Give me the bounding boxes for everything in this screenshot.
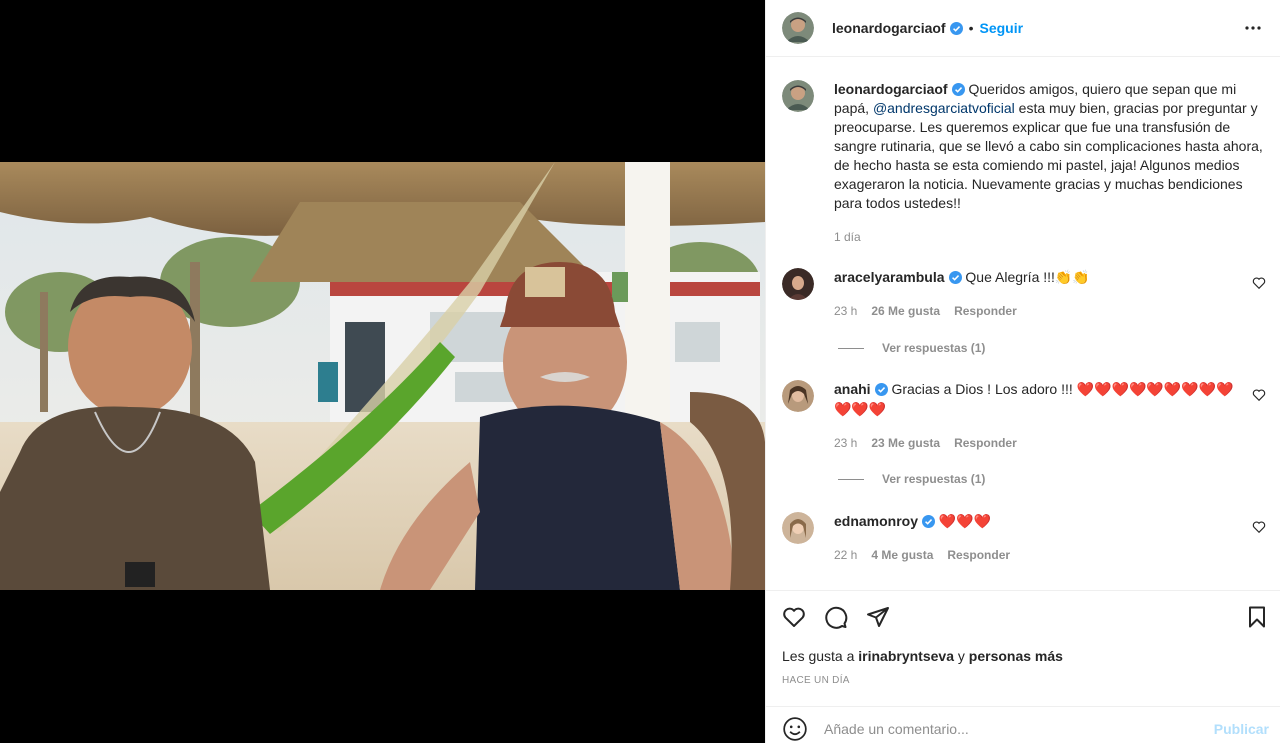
save-bookmark-icon[interactable]: [1245, 605, 1269, 629]
verified-badge-icon: [922, 515, 936, 528]
caption-mention-link[interactable]: @andresgarciatvoficial: [873, 100, 1015, 116]
comment-like-heart-icon[interactable]: [1252, 276, 1266, 290]
view-replies-label: Ver respuestas (1): [882, 341, 986, 355]
replies-divider-line: [838, 478, 864, 480]
comment-body: aracelyarambula Que Alegría !!!👏👏 23 h 2…: [834, 268, 1244, 321]
comment-item: ednamonroy ❤️❤️❤️ 22 h 4 Me gusta Respon…: [782, 512, 1272, 565]
heart-emojis: ❤️❤️❤️: [938, 514, 992, 530]
post-actions: Les gusta a irinabryntseva y personas má…: [766, 590, 1280, 743]
comment-meta: 23 h 23 Me gusta Responder: [834, 434, 1244, 453]
caption-username[interactable]: leonardogarciaof: [834, 81, 948, 97]
comment-time: 22 h: [834, 548, 858, 562]
comment-body: anahi Gracias a Dios ! Los adoro !!! ❤️❤…: [834, 380, 1244, 453]
comment-text: Que Alegría !!!: [961, 269, 1055, 285]
verified-badge-icon: [949, 21, 963, 35]
reply-button[interactable]: Responder: [947, 546, 1010, 565]
comment-likes[interactable]: 23 Me gusta: [871, 434, 940, 453]
caption-body: leonardogarciaof Queridos amigos, quiero…: [834, 80, 1272, 247]
more-options-icon[interactable]: [1241, 16, 1265, 40]
verified-badge-icon: [874, 383, 888, 396]
comment-username[interactable]: anahi: [834, 381, 871, 397]
post-caption: leonardogarciaof Queridos amigos, quiero…: [782, 80, 1272, 247]
comment-username[interactable]: ednamonroy: [834, 513, 918, 529]
clap-emoji: 👏👏: [1054, 270, 1090, 286]
comment-likes[interactable]: 4 Me gusta: [871, 546, 933, 565]
author-username[interactable]: leonardogarciaof: [832, 20, 946, 36]
likes-summary: Les gusta a irinabryntseva y personas má…: [782, 648, 1063, 664]
comment-time: 23 h: [834, 436, 858, 450]
comment-likes[interactable]: 26 Me gusta: [871, 302, 940, 321]
instagram-post-view: leonardogarciaof • Seguir leonardogarcia…: [0, 0, 1280, 743]
follow-button[interactable]: Seguir: [980, 20, 1024, 36]
share-send-icon[interactable]: [866, 605, 890, 629]
like-heart-icon[interactable]: [782, 605, 806, 629]
comment-input[interactable]: [824, 720, 1184, 737]
video-frame: [0, 162, 765, 590]
replies-divider-line: [838, 347, 864, 349]
comment-bubble-icon[interactable]: [824, 605, 848, 629]
post-time-ago: HACE UN DÍA: [782, 675, 850, 686]
verified-badge-icon: [951, 83, 965, 96]
commenter-avatar[interactable]: [782, 380, 814, 412]
view-replies-label: Ver respuestas (1): [882, 472, 986, 486]
comments-section: leonardogarciaof Queridos amigos, quiero…: [766, 58, 1280, 590]
likes-more-link[interactable]: personas más: [969, 648, 1063, 664]
action-icons: [782, 605, 890, 629]
post-video[interactable]: [0, 162, 765, 590]
likes-mid: y: [954, 648, 969, 664]
view-replies-button[interactable]: Ver respuestas (1): [838, 472, 985, 486]
caption-text-rest: esta muy bien, gracias por preguntar y p…: [834, 100, 1263, 211]
view-replies-button[interactable]: Ver respuestas (1): [838, 341, 985, 355]
comment-item: anahi Gracias a Dios ! Los adoro !!! ❤️❤…: [782, 380, 1272, 453]
comment-body: ednamonroy ❤️❤️❤️ 22 h 4 Me gusta Respon…: [834, 512, 1244, 565]
separator-dot: •: [968, 20, 974, 36]
comment-like-heart-icon[interactable]: [1252, 520, 1266, 534]
post-header: leonardogarciaof • Seguir: [766, 0, 1280, 57]
comment-meta: 23 h 26 Me gusta Responder: [834, 302, 1244, 321]
caption-timestamp: 1 día: [834, 230, 861, 244]
author-avatar[interactable]: [782, 12, 814, 44]
emoji-picker-icon[interactable]: [782, 716, 808, 742]
author-avatar[interactable]: [782, 80, 814, 112]
add-comment-bar: Publicar: [766, 706, 1280, 743]
comment-like-heart-icon[interactable]: [1252, 388, 1266, 402]
reply-button[interactable]: Responder: [954, 434, 1017, 453]
commenter-avatar[interactable]: [782, 512, 814, 544]
post-sidebar: leonardogarciaof • Seguir leonardogarcia…: [765, 0, 1280, 743]
commenter-avatar[interactable]: [782, 268, 814, 300]
comment-text: Gracias a Dios ! Los adoro !!!: [887, 381, 1077, 397]
media-area: [0, 0, 765, 743]
comment-username[interactable]: aracelyarambula: [834, 269, 945, 285]
comment-meta: 22 h 4 Me gusta Responder: [834, 546, 1244, 565]
likes-user-link[interactable]: irinabryntseva: [858, 648, 954, 664]
publish-button[interactable]: Publicar: [1214, 721, 1269, 737]
comment-time: 23 h: [834, 304, 858, 318]
reply-button[interactable]: Responder: [954, 302, 1017, 321]
comment-item: aracelyarambula Que Alegría !!!👏👏 23 h 2…: [782, 268, 1272, 321]
likes-prefix: Les gusta a: [782, 648, 859, 664]
verified-badge-icon: [948, 271, 962, 284]
